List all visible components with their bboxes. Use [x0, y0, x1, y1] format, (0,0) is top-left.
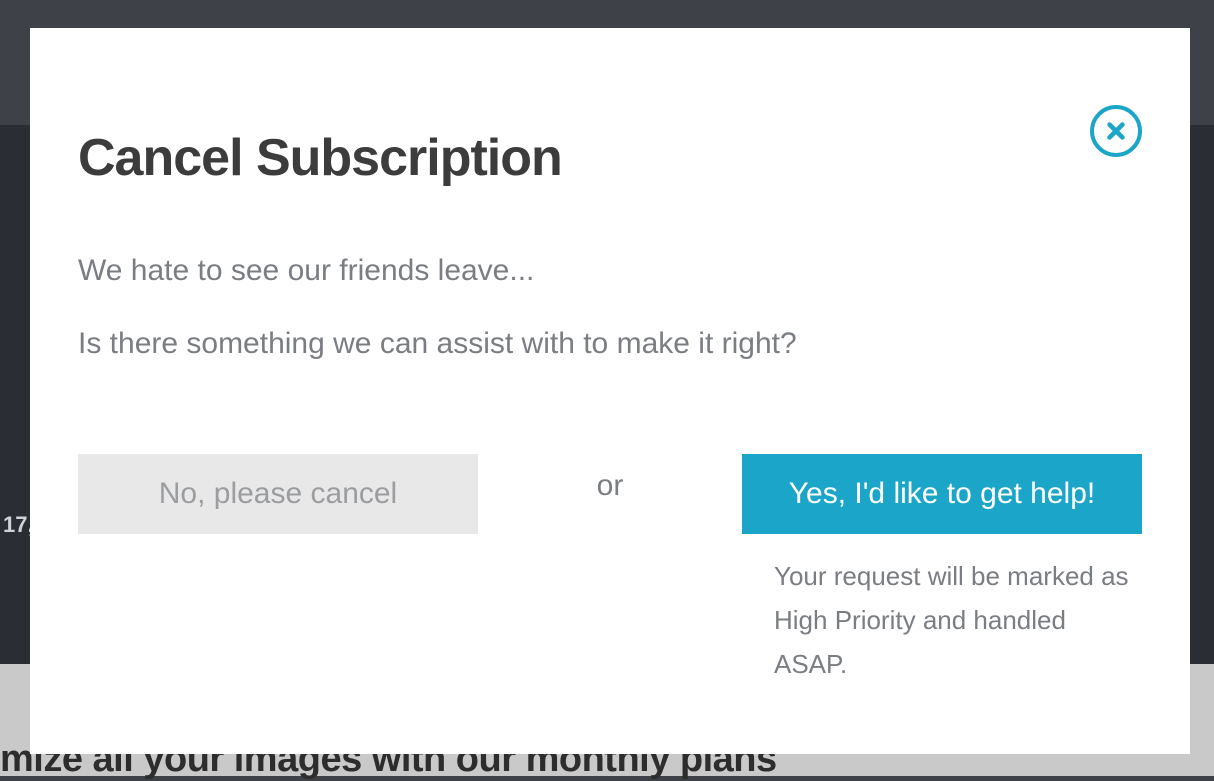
- help-note: Your request will be marked as High Prio…: [742, 554, 1142, 687]
- close-icon: [1105, 120, 1127, 142]
- modal-actions: No, please cancel or Yes, I'd like to ge…: [78, 454, 1142, 687]
- modal-text-line1: We hate to see our friends leave...: [78, 248, 1142, 293]
- action-center: or: [597, 454, 624, 503]
- cancel-subscription-modal: Cancel Subscription We hate to see our f…: [30, 28, 1190, 754]
- cancel-button[interactable]: No, please cancel: [78, 454, 478, 534]
- action-left: No, please cancel: [78, 454, 478, 534]
- or-label: or: [597, 469, 624, 503]
- close-button[interactable]: [1090, 105, 1142, 157]
- help-button[interactable]: Yes, I'd like to get help!: [742, 454, 1142, 534]
- action-right: Yes, I'd like to get help! Your request …: [742, 454, 1142, 687]
- modal-text-line2: Is there something we can assist with to…: [78, 321, 1142, 366]
- backdrop-number: 17,: [3, 512, 34, 538]
- modal-title: Cancel Subscription: [78, 128, 1142, 188]
